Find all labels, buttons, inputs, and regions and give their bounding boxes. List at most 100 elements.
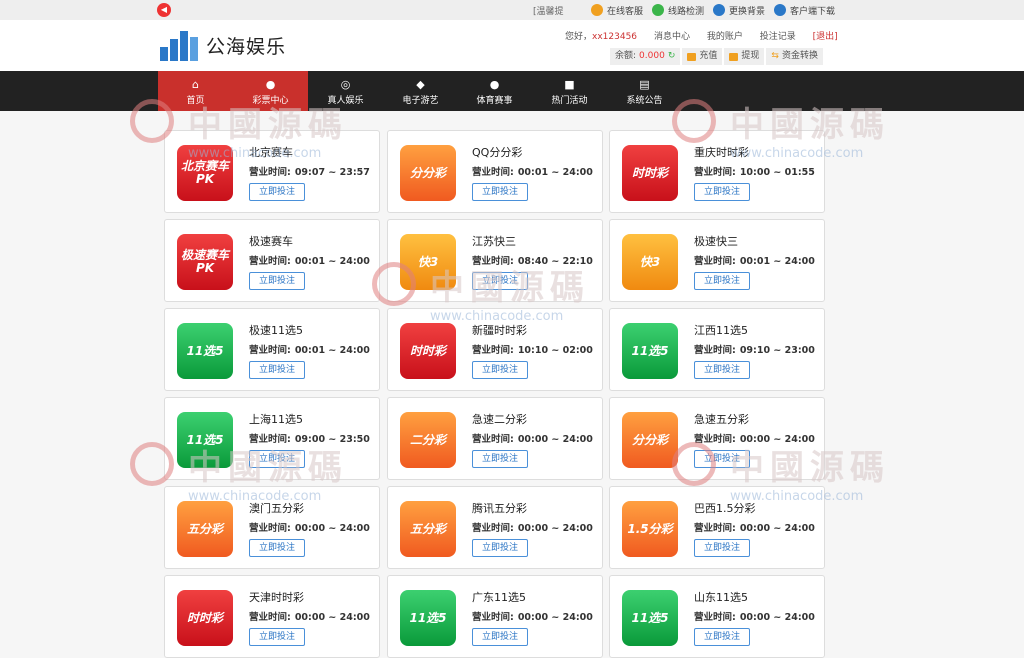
lottery-logo-icon[interactable]: 分分彩 <box>400 145 456 201</box>
nav-e-games-label: 电子游艺 <box>402 96 439 106</box>
hours-label: 营业时间: <box>694 612 736 623</box>
game-card[interactable]: 快3 江苏快三 营业时间: 08:40 ~ 22:10 立即投注 <box>387 219 603 302</box>
bet-now-button[interactable]: 立即投注 <box>249 183 305 201</box>
game-card[interactable]: 11选5 上海11选5 营业时间: 09:00 ~ 23:50 立即投注 <box>164 397 380 480</box>
lottery-logo-icon[interactable]: 五分彩 <box>177 501 233 557</box>
game-title: 上海11选5 <box>249 413 303 426</box>
bet-now-button[interactable]: 立即投注 <box>249 450 305 468</box>
bet-now-button[interactable]: 立即投注 <box>472 183 528 201</box>
game-card[interactable]: 五分彩 澳门五分彩营业时间: 00:00 ~ 24:00 立即投注 <box>164 486 380 569</box>
hours-value: 00:00 ~ 24:00 <box>294 523 370 534</box>
game-title: 广东11选5 <box>472 591 526 604</box>
nav-sports[interactable]: ● 体育赛事 <box>457 71 532 111</box>
game-card[interactable]: 1.5分彩 巴西1.5分彩 营业时间: 00:00 ~ 24:00 立即投注 <box>609 486 825 569</box>
bet-now-button[interactable]: 立即投注 <box>472 539 528 557</box>
business-hours: 营业时间: 09:00 ~ 23:50 <box>249 431 370 445</box>
deposit-button[interactable]: 充值 <box>682 48 723 65</box>
lottery-icon: ● <box>265 78 276 91</box>
nav-promotions[interactable]: ■ 热门活动 <box>532 71 607 111</box>
bet-now-button[interactable]: 立即投注 <box>472 361 528 379</box>
speaker-icon[interactable]: ◀ <box>157 3 171 17</box>
lottery-logo-icon[interactable]: 1.5分彩 <box>622 501 678 557</box>
business-hours: 营业时间: 00:01 ~ 24:00 <box>472 164 593 178</box>
hours-label: 营业时间: <box>249 523 291 534</box>
hours-value: 00:00 ~ 24:00 <box>294 612 370 623</box>
site-logo[interactable]: 公海娱乐 <box>160 29 286 61</box>
lottery-logo-icon[interactable]: 时时彩 <box>177 590 233 646</box>
notice-icon: ▤ <box>639 78 650 91</box>
game-card[interactable]: 快3 极速快三 营业时间: 00:01 ~ 24:00 立即投注 <box>609 219 825 302</box>
game-card[interactable]: 11选5 山东11选5 营业时间: 00:00 ~ 24:00 立即投注 <box>609 575 825 658</box>
bet-now-button[interactable]: 立即投注 <box>694 539 750 557</box>
hours-value: 00:00 ~ 24:00 <box>517 434 593 445</box>
hours-value: 00:01 ~ 24:00 <box>739 256 815 267</box>
message-center-link[interactable]: 消息中心 <box>654 32 690 42</box>
fund-transfer-label: 资金转换 <box>781 51 818 61</box>
bet-now-button[interactable]: 立即投注 <box>249 361 305 379</box>
bet-now-button[interactable]: 立即投注 <box>472 628 528 646</box>
logout-link[interactable]: [退出] <box>813 32 838 42</box>
fund-transfer-button[interactable]: ⇆ 资金转换 <box>766 48 823 65</box>
game-title: 澳门五分彩 <box>249 502 304 515</box>
game-card[interactable]: 分分彩 QQ分分彩 营业时间: 00:01 ~ 24:00 立即投注 <box>387 130 603 213</box>
bet-now-button[interactable]: 立即投注 <box>249 272 305 290</box>
client-download-label: 客户端下载 <box>790 6 836 17</box>
business-hours: 营业时间: 00:00 ~ 24:00 <box>694 520 815 534</box>
basketball-icon: ● <box>489 78 500 91</box>
game-card[interactable]: 二分彩 急速二分彩 营业时间: 00:00 ~ 24:00 立即投注 <box>387 397 603 480</box>
lottery-logo-icon[interactable]: 北京赛车PK <box>177 145 233 201</box>
client-download-link[interactable]: 客户端下载 <box>774 2 835 18</box>
game-card[interactable]: 11选5 极速11选5 营业时间: 00:01 ~ 24:00 立即投注 <box>164 308 380 391</box>
bet-now-button[interactable]: 立即投注 <box>472 450 528 468</box>
bet-now-button[interactable]: 立即投注 <box>694 361 750 379</box>
lottery-logo-icon[interactable]: 快3 <box>622 234 678 290</box>
game-card[interactable]: 11选5 江西11选5 营业时间: 09:10 ~ 23:00 立即投注 <box>609 308 825 391</box>
lottery-logo-icon[interactable]: 11选5 <box>400 590 456 646</box>
lottery-logo-icon[interactable]: 11选5 <box>177 323 233 379</box>
bet-now-button[interactable]: 立即投注 <box>249 628 305 646</box>
game-card[interactable]: 五分彩 腾讯五分彩 营业时间: 00:00 ~ 24:00 立即投注 <box>387 486 603 569</box>
refresh-icon[interactable]: ↻ <box>668 48 676 65</box>
change-background-link[interactable]: 更换背景 <box>713 2 765 18</box>
lottery-logo-icon[interactable]: 11选5 <box>622 323 678 379</box>
game-card[interactable]: 北京赛车PK 北京赛车 营业时间: 09:07 ~ 23:57 立即投注 <box>164 130 380 213</box>
line-check-link[interactable]: 线路检测 <box>652 2 704 18</box>
bet-now-button[interactable]: 立即投注 <box>249 539 305 557</box>
game-card[interactable]: 时时彩 天津时时彩 营业时间: 00:00 ~ 24:00 立即投注 <box>164 575 380 658</box>
bet-now-button[interactable]: 立即投注 <box>694 450 750 468</box>
withdraw-button[interactable]: 提现 <box>724 48 765 65</box>
bet-records-link[interactable]: 投注记录 <box>760 32 796 42</box>
nav-live-casino[interactable]: ◎ 真人娱乐 <box>308 71 383 111</box>
bet-now-button[interactable]: 立即投注 <box>694 183 750 201</box>
business-hours: 营业时间: 00:00 ~ 24:00 <box>249 520 370 534</box>
lottery-logo-icon[interactable]: 11选5 <box>177 412 233 468</box>
lottery-logo-icon[interactable]: 时时彩 <box>400 323 456 379</box>
game-card[interactable]: 时时彩 新疆时时彩 营业时间: 10:10 ~ 02:00 立即投注 <box>387 308 603 391</box>
lottery-logo-icon[interactable]: 五分彩 <box>400 501 456 557</box>
hours-label: 营业时间: <box>472 256 514 267</box>
nav-lottery[interactable]: ● 彩票中心 <box>233 71 308 111</box>
game-title: 新疆时时彩 <box>472 324 527 337</box>
nav-e-games[interactable]: ◆ 电子游艺 <box>383 71 458 111</box>
lottery-logo-icon[interactable]: 时时彩 <box>622 145 678 201</box>
game-card[interactable]: 极速赛车PK 极速赛车 营业时间: 00:01 ~ 24:00 立即投注 <box>164 219 380 302</box>
nav-announcements[interactable]: ▤ 系统公告 <box>607 71 682 111</box>
header: 公海娱乐 您好，xx123456 消息中心 我的账户 投注记录 [退出] 余额:… <box>0 20 1024 71</box>
bet-now-button[interactable]: 立即投注 <box>694 628 750 646</box>
lottery-logo-icon[interactable]: 分分彩 <box>622 412 678 468</box>
game-card[interactable]: 11选5 广东11选5 营业时间: 00:00 ~ 24:00 立即投注 <box>387 575 603 658</box>
lottery-logo-icon[interactable]: 极速赛车PK <box>177 234 233 290</box>
bet-now-button[interactable]: 立即投注 <box>472 272 528 290</box>
bet-now-button[interactable]: 立即投注 <box>694 272 750 290</box>
game-card[interactable]: 时时彩 重庆时时彩 营业时间: 10:00 ~ 01:55 立即投注 <box>609 130 825 213</box>
nav-home[interactable]: ⌂ 首页 <box>158 71 233 111</box>
top-bar: ◀ [温馨提 在线客服 线路检测 更换背景 客户端下载 <box>0 0 1024 20</box>
lottery-logo-icon[interactable]: 快3 <box>400 234 456 290</box>
hours-label: 营业时间: <box>249 345 291 356</box>
my-account-link[interactable]: 我的账户 <box>707 32 743 42</box>
game-card[interactable]: 分分彩 急速五分彩 营业时间: 00:00 ~ 24:00 立即投注 <box>609 397 825 480</box>
lottery-logo-icon[interactable]: 11选5 <box>622 590 678 646</box>
online-service-link[interactable]: 在线客服 <box>591 2 643 18</box>
hours-label: 营业时间: <box>694 256 736 267</box>
lottery-logo-icon[interactable]: 二分彩 <box>400 412 456 468</box>
